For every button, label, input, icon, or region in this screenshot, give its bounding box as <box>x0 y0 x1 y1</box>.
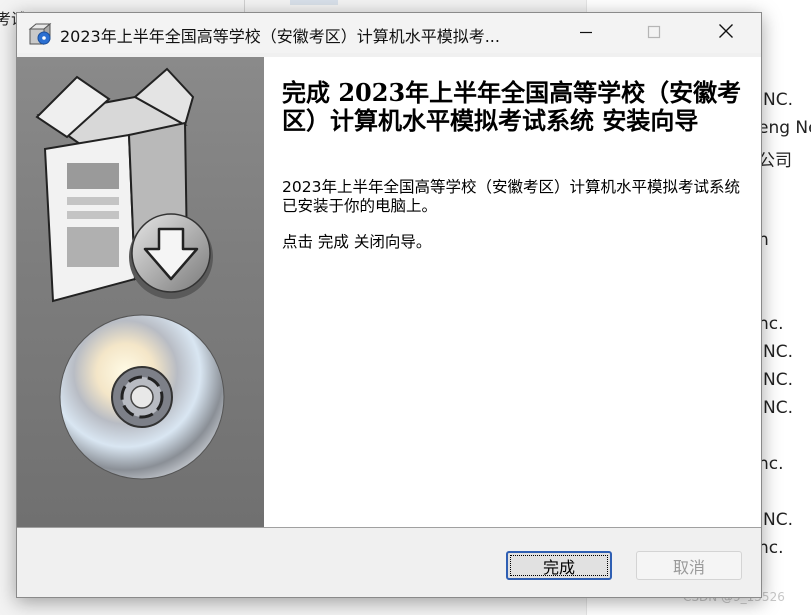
background-thumbnail <box>290 0 338 5</box>
background-list-item: INC. <box>758 342 794 362</box>
background-list-item: INC. <box>758 370 794 390</box>
background-list-item: INC. <box>758 398 794 418</box>
setup-app-icon <box>28 22 52 46</box>
close-button[interactable] <box>703 13 749 53</box>
setup-wizard-dialog: 2023年上半年全国高等学校（安徽考区）计算机水平模拟考... 完成 2023年… <box>16 12 762 598</box>
finish-hint: 点击 完成 关闭向导。 <box>282 233 432 251</box>
maximize-button[interactable] <box>631 13 677 53</box>
cd-disc-icon <box>59 314 225 480</box>
background-divider <box>244 0 245 12</box>
title-bar[interactable]: 2023年上半年全国高等学校（安徽考区）计算机水平模拟考... <box>17 13 761 53</box>
cancel-button-label: 取消 <box>672 557 705 577</box>
minimize-button[interactable] <box>563 13 609 53</box>
download-arrow-icon <box>129 213 213 299</box>
completion-message: 2023年上半年全国高等学校（安徽考区）计算机水平模拟考试系统 已安装于你的电脑… <box>282 178 740 215</box>
cancel-button[interactable]: 取消 <box>636 551 742 580</box>
maximize-icon <box>647 24 661 43</box>
background-list-item: eng Ne <box>758 118 811 138</box>
focus-ring <box>510 555 608 576</box>
background-list-item: INC. <box>758 510 794 530</box>
background-list-item: 公司 <box>758 151 792 171</box>
window-title: 2023年上半年全国高等学校（安徽考区）计算机水平模拟考... <box>60 27 500 46</box>
page-heading: 完成 2023年上半年全国高等学校（安徽考区）计算机水平模拟考试系统 安装向导 <box>282 78 742 135</box>
minimize-icon <box>579 24 593 43</box>
finish-button[interactable]: 完成 <box>506 551 612 580</box>
wizard-side-image <box>17 57 264 527</box>
button-bar: 完成 取消 <box>17 528 761 597</box>
wizard-content: 完成 2023年上半年全国高等学校（安徽考区）计算机水平模拟考试系统 安装向导 … <box>264 57 761 527</box>
close-icon <box>718 23 734 43</box>
background-list-item: INC. <box>758 90 794 110</box>
